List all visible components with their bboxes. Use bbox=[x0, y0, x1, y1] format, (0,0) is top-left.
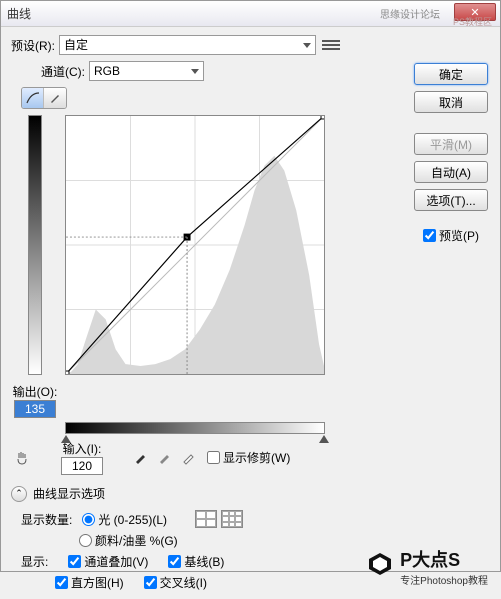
white-slider[interactable] bbox=[319, 435, 329, 443]
curve-tools bbox=[21, 87, 67, 109]
watermark-logo-icon bbox=[366, 550, 394, 584]
pigment-radio[interactable]: 颜料/油墨 %(G) bbox=[79, 532, 178, 549]
show-clipping-checkbox[interactable]: 显示修剪(W) bbox=[207, 449, 290, 466]
input-gradient[interactable] bbox=[65, 422, 325, 434]
dialog-body: 预设(R): 自定 通道(C): RGB bbox=[1, 27, 500, 599]
hand-tool-icon[interactable] bbox=[11, 447, 33, 469]
output-field[interactable] bbox=[14, 400, 56, 418]
preset-select-wrap[interactable]: 自定 bbox=[59, 35, 316, 55]
output-column: 输出(O): bbox=[11, 115, 59, 418]
black-eyedropper-icon[interactable] bbox=[131, 449, 149, 467]
output-gradient bbox=[28, 115, 42, 375]
preset-label: 预设(R): bbox=[11, 37, 55, 54]
preview-input[interactable] bbox=[423, 229, 436, 242]
channel-label: 通道(C): bbox=[41, 63, 85, 80]
white-eyedropper-icon[interactable] bbox=[179, 449, 197, 467]
gray-eyedropper-icon[interactable] bbox=[155, 449, 173, 467]
dialog-title: 曲线 bbox=[7, 5, 31, 22]
eyedropper-group bbox=[131, 449, 197, 467]
show-label: 显示: bbox=[21, 553, 48, 570]
channel-select-wrap[interactable]: RGB bbox=[89, 61, 204, 81]
options-button[interactable]: 选项(T)... bbox=[414, 189, 488, 211]
grid-fine-icon[interactable] bbox=[221, 510, 243, 528]
watermark-top: 思缘设计论坛 bbox=[380, 6, 440, 21]
grid-size-icons bbox=[195, 510, 243, 528]
curve-graph[interactable] bbox=[65, 115, 325, 375]
show-clipping-input[interactable] bbox=[207, 451, 220, 464]
collapse-toggle-icon[interactable]: ⌃ bbox=[11, 486, 27, 502]
light-radio[interactable]: 光 (0-255)(L) bbox=[82, 511, 167, 528]
ok-button[interactable]: 确定 bbox=[414, 63, 488, 85]
curves-dialog: 曲线 思缘设计论坛 ✕ PS教程区 预设(R): 自定 通道(C): RGB bbox=[0, 0, 501, 572]
input-row: 输入(I): 显示修剪(W) bbox=[11, 440, 490, 475]
preview-checkbox[interactable]: 预览(P) bbox=[423, 227, 479, 244]
input-gradient-row bbox=[65, 422, 490, 434]
curve-options-header: ⌃ 曲线显示选项 bbox=[11, 485, 490, 502]
channel-select[interactable]: RGB bbox=[89, 61, 204, 81]
smooth-button[interactable]: 平滑(M) bbox=[414, 133, 488, 155]
display-amount-label: 显示数量: bbox=[21, 511, 72, 528]
display-amount-row: 显示数量: 光 (0-255)(L) bbox=[21, 510, 490, 528]
input-field[interactable] bbox=[61, 457, 103, 475]
preset-select[interactable]: 自定 bbox=[59, 35, 316, 55]
cancel-button[interactable]: 取消 bbox=[414, 91, 488, 113]
titlebar[interactable]: 曲线 思缘设计论坛 ✕ PS教程区 bbox=[1, 1, 500, 27]
black-slider[interactable] bbox=[61, 435, 71, 443]
button-sidebar: 确定 取消 平滑(M) 自动(A) 选项(T)... 预览(P) bbox=[414, 63, 488, 244]
preset-menu-icon[interactable] bbox=[322, 37, 340, 53]
intersection-checkbox[interactable]: 交叉线(I) bbox=[144, 574, 207, 591]
channel-overlay-checkbox[interactable]: 通道叠加(V) bbox=[68, 553, 148, 570]
auto-button[interactable]: 自动(A) bbox=[414, 161, 488, 183]
pencil-tool[interactable] bbox=[44, 88, 66, 108]
histogram-checkbox[interactable]: 直方图(H) bbox=[55, 574, 124, 591]
watermark: P大点S 专注Photoshop教程 bbox=[366, 546, 488, 587]
point-tool[interactable] bbox=[22, 88, 44, 108]
output-label: 输出(O): bbox=[13, 383, 58, 400]
baseline-checkbox[interactable]: 基线(B) bbox=[168, 553, 224, 570]
grid-coarse-icon[interactable] bbox=[195, 510, 217, 528]
